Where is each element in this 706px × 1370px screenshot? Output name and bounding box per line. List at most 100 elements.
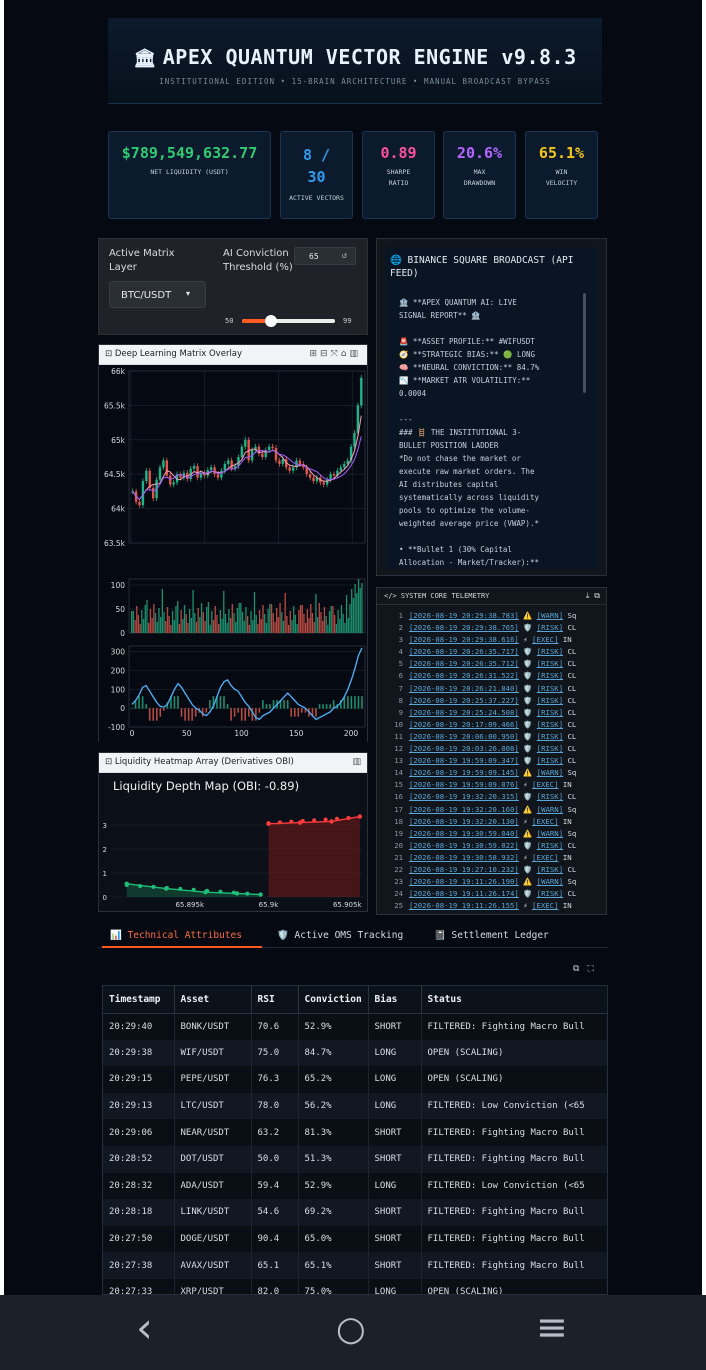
broadcast-feed[interactable]: 🌐 BINANCE SQUARE BROADCAST (API FEED) 🏦 … [385, 247, 598, 569]
layer-select[interactable]: BTC/USDT ▾ [109, 281, 206, 308]
volume-bar [281, 612, 283, 633]
volume-bar [332, 606, 334, 633]
download-icon[interactable]: ⤓ [586, 591, 590, 600]
tab-technical-attributes[interactable]: 📊 Technical Attributes [102, 930, 262, 948]
line-number: 14 [394, 768, 403, 778]
table-cell: 76.3 [251, 1066, 299, 1093]
table-row[interactable]: 20:28:52 DOT/USDT 50.0 51.3% SHORT FILTERED: … [103, 1145, 607, 1173]
attributes-table[interactable]: Timestamp Asset RSI Conviction Bias Status 20… [102, 985, 608, 1295]
log-message: Sq [567, 877, 577, 887]
candle [192, 465, 196, 469]
volume-bar [189, 609, 191, 633]
log-timestamp: [2026-08-19 20:17:09.466] [409, 719, 519, 729]
log-message: IN [562, 816, 572, 826]
volume-bar [200, 603, 203, 633]
plotly-icon[interactable]: ▥ [352, 757, 361, 767]
table-row[interactable]: 20:28:32 ADA/USDT 59.4 52.9% LONG FILTERED: L… [103, 1172, 607, 1200]
volume-bar [334, 615, 336, 633]
threshold-input[interactable]: 65 ↺ [294, 247, 356, 265]
log-timestamp: [2026-08-19 20:03:26.008] [409, 744, 519, 754]
heatmap-panel-title: Liquidity Heatmap Array (Derivatives OBI… [114, 757, 294, 767]
table-row[interactable]: 20:29:40 BONK/USDT 70.6 52.9% SHORT FILTERED:… [103, 1013, 607, 1040]
telemetry-title: SYSTEM CORE TELEMETRY [400, 592, 490, 600]
telemetry-log[interactable]: 1 [2026-08-19 20:29:38.783] ⚠️ [WARN] Sq 2… [377, 610, 606, 912]
volume-bar [178, 624, 181, 633]
volume-bar [199, 617, 201, 633]
ask-point [312, 818, 317, 823]
volume-bar [354, 584, 356, 633]
zoom-in-icon[interactable]: ⊞ [309, 349, 320, 359]
volume-bar [335, 624, 338, 633]
volume-bar [187, 623, 189, 633]
recents-icon[interactable]: ≡ [536, 1305, 568, 1349]
volume-bar [330, 606, 332, 633]
table-row[interactable]: 20:27:38 AVAX/USDT 65.1 65.1% SHORT FILTERED:… [103, 1252, 607, 1279]
volume-bar [318, 603, 320, 633]
tab-bar: 📊 Technical Attributes 🛡️ Active OMS Tra… [98, 926, 608, 948]
log-message: IN [562, 901, 572, 911]
metric-value: 20.6% [456, 144, 503, 162]
table-row[interactable]: 20:27:50 DOGE/USDT 90.4 65.0% SHORT FILTERED:… [103, 1225, 607, 1253]
log-line: 16 [2026-08-19 19:32:20.315] 🛡️ [RISK] CL [377, 791, 606, 803]
bid-point [138, 883, 143, 888]
table-cell: 75.0 [251, 1039, 299, 1067]
table-row[interactable]: 20:28:18 LINK/USDT 54.6 69.2% SHORT FILTERED:… [103, 1199, 607, 1226]
log-timestamp: [2026-08-19 19:30:58.932] [409, 852, 519, 862]
plotly-icon[interactable]: ▥ [349, 349, 361, 359]
chart-tools: ⊞⊟⤧⌂▥ [309, 349, 361, 359]
table-cell: OPEN (SCALING) [421, 1039, 607, 1067]
heatmap-svg: 3 2 1 0 65.895k 65.9k 65.905k [103, 814, 363, 909]
volume-bar [224, 614, 227, 633]
autoscale-icon[interactable]: ⤧ [331, 349, 341, 359]
table-cell: OPEN (SCALING) [421, 1278, 607, 1294]
column-header[interactable]: Conviction [298, 986, 369, 1014]
volume-bar [258, 610, 261, 633]
tab-active-oms-tracking[interactable]: 🛡️ Active OMS Tracking [277, 930, 403, 941]
reset-icon[interactable]: ↺ [342, 251, 347, 261]
column-header[interactable]: RSI [251, 986, 299, 1014]
table-row[interactable]: 20:29:38 WIF/USDT 75.0 84.7% LONG OPEN (SCALI… [103, 1039, 607, 1067]
fullscreen-icon[interactable]: ⛶ [587, 964, 601, 974]
volume-bar [202, 612, 204, 633]
home-icon[interactable]: ○ [336, 1309, 366, 1349]
telemetry-actions: ⤓ ⧉ [586, 591, 600, 601]
column-header[interactable]: Status [421, 986, 607, 1014]
table-cell: 20:27:38 [103, 1252, 175, 1279]
volume-bar [180, 610, 182, 633]
volume-bar [342, 614, 344, 633]
x-tick-label: 50 [182, 729, 192, 738]
macd-histogram-bar [258, 708, 261, 713]
table-body: 20:29:40 BONK/USDT 70.6 52.9% SHORT FILTERED:… [103, 1013, 607, 1294]
macd-histogram-bar [233, 708, 236, 717]
column-header[interactable]: Timestamp [103, 986, 175, 1014]
copy-icon[interactable]: ⧉ [573, 964, 587, 974]
volume-bar [311, 613, 314, 633]
tab-settlement-ledger[interactable]: 📓 Settlement Ledger [434, 930, 549, 941]
slider-handle[interactable] [264, 315, 277, 327]
chart-plot-area[interactable]: 66k 65.5k 65k 64.5k 64k 63.5k 100 50 0 300 200 100 0… [99, 365, 367, 743]
volume-bar [257, 624, 259, 633]
table-cell: WIF/USDT [174, 1039, 252, 1067]
layer-label: Active Matrix Layer [109, 248, 175, 273]
volume-bar [255, 615, 257, 633]
column-header[interactable]: Bias [368, 986, 422, 1014]
column-header[interactable]: Asset [174, 986, 252, 1014]
back-icon[interactable]: ‹ [136, 1303, 153, 1352]
volume-bar [146, 600, 148, 633]
copy-icon[interactable]: ⧉ [594, 591, 600, 600]
tab-active-underline [102, 946, 262, 948]
zoom-out-icon[interactable]: ⊟ [320, 349, 331, 359]
volume-bar [293, 606, 295, 633]
scrollbar[interactable] [583, 293, 586, 393]
volume-bar [316, 617, 319, 633]
table-row[interactable]: 20:27:33 XRP/USDT 82.0 75.0% LONG OPEN (SCALI… [103, 1278, 607, 1294]
volume-bar [253, 592, 256, 633]
table-row[interactable]: 20:29:15 PEPE/USDT 76.3 65.2% LONG OPEN (SCAL… [103, 1066, 607, 1093]
candle [162, 460, 165, 468]
table-row[interactable]: 20:29:13 LTC/USDT 78.0 56.2% LONG FILTERED: L… [103, 1092, 607, 1120]
line-number: 18 [394, 816, 403, 826]
app-header: 🏛 APEX QUANTUM VECTOR ENGINE v9.8.3 INSTI… [108, 18, 602, 104]
macd-histogram-bar [152, 708, 155, 721]
table-row[interactable]: 20:29:06 NEAR/USDT 63.2 81.3% SHORT FILTERED:… [103, 1119, 607, 1146]
table-cell: FILTERED: Low Conviction (<65 [421, 1172, 607, 1200]
